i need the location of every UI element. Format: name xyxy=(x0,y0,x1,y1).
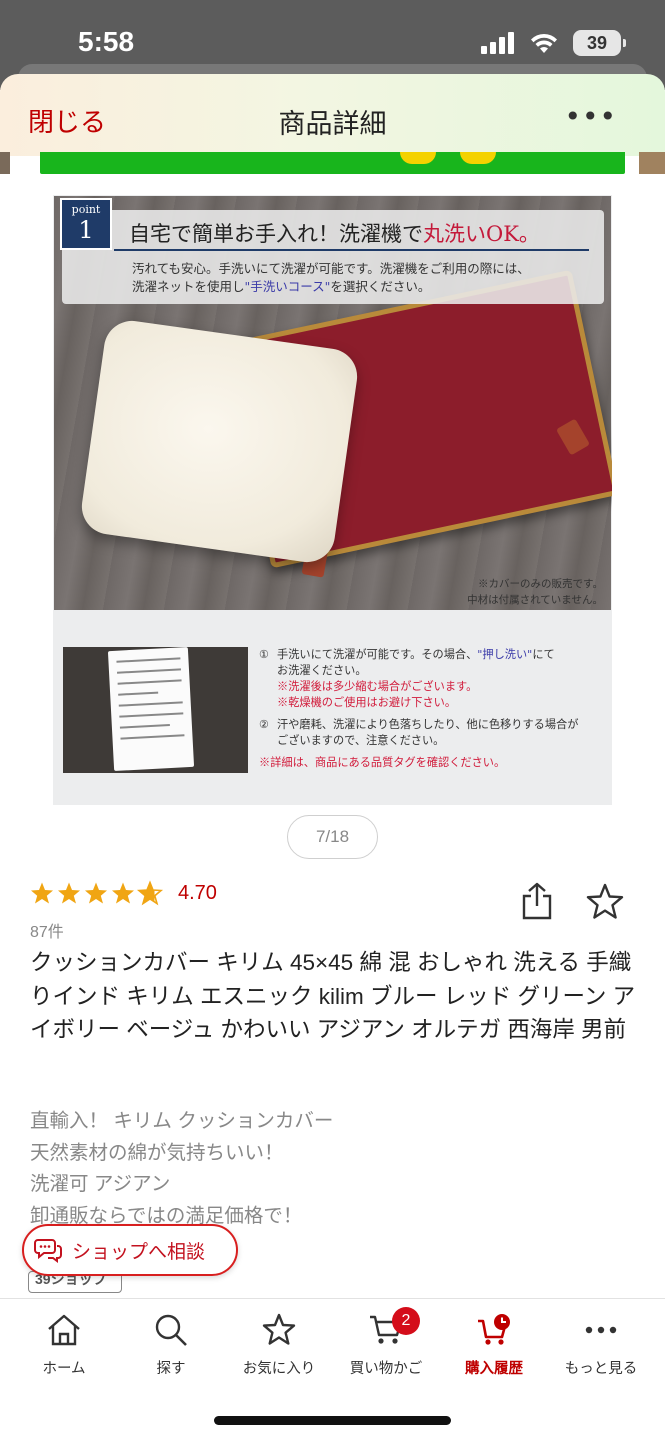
nav-favorites[interactable]: お気に入り xyxy=(224,1313,334,1378)
product-photo: point 1 自宅で簡単お手入れ！洗濯機で丸洗いOK。 汚れても安心。手洗いに… xyxy=(54,196,612,610)
product-description: 直輸入！ キリム クッションカバー 天然素材の綿が気持ちいい！ 洗濯可 アジアン… xyxy=(30,1106,630,1232)
review-count[interactable]: 87件 xyxy=(30,918,64,942)
point-word: point xyxy=(71,203,101,216)
cart-count-badge: 2 xyxy=(392,1307,420,1335)
product-image[interactable]: point 1 自宅で簡単お手入れ！洗濯機で丸洗いOK。 汚れても安心。手洗いに… xyxy=(53,195,612,805)
rating-value: 4.70 xyxy=(178,881,217,904)
search-icon xyxy=(155,1314,187,1346)
nav-label: お気に入り xyxy=(242,1361,316,1377)
image-subcopy: 汚れても安心。手洗いにて洗濯が可能です。洗濯機をご利用の際には、 洗濯ネットを使… xyxy=(132,261,530,294)
home-indicator xyxy=(214,1416,451,1425)
chat-icon xyxy=(34,1239,62,1263)
banner-decoration xyxy=(460,152,496,164)
next-image-peek xyxy=(639,152,665,174)
banner-decoration xyxy=(400,152,436,164)
care-notes: ① 手洗いにて洗濯が可能です。その場合、"押し洗い"にて お洗濯ください。 ※洗濯… xyxy=(259,648,579,769)
description-line: 洗濯可 アジアン xyxy=(30,1173,171,1195)
headline-rule xyxy=(114,249,589,251)
consult-button-label: ショップへ相談 xyxy=(72,1241,206,1263)
nav-label: 買い物かご xyxy=(349,1361,423,1377)
battery-level: 39 xyxy=(586,32,608,53)
nav-cart[interactable]: 2 買い物かご xyxy=(331,1307,441,1378)
star-icon xyxy=(262,1313,296,1345)
nav-label: もっと見る xyxy=(564,1361,638,1377)
description-line: 直輸入！ キリム クッションカバー xyxy=(30,1110,334,1132)
photo-note: ※カバーのみの販売です。 中材は付属されていません。 xyxy=(467,578,603,606)
consult-shop-button[interactable]: ショップへ相談 xyxy=(22,1224,238,1276)
favorite-star-icon[interactable] xyxy=(585,882,625,922)
signal-icon xyxy=(481,32,514,54)
home-icon xyxy=(48,1314,80,1346)
star-rating-icon xyxy=(31,881,162,905)
nav-more[interactable]: もっと見る xyxy=(546,1313,656,1378)
description-line: 天然素材の綿が気持ちいい！ xyxy=(30,1141,284,1164)
nav-home[interactable]: ホーム xyxy=(9,1313,119,1378)
battery-icon: 39 xyxy=(573,30,626,56)
point-number: 1 xyxy=(78,216,94,244)
purchase-history-icon xyxy=(478,1314,510,1345)
nav-label: 探す xyxy=(156,1361,186,1377)
status-time: 5:58 xyxy=(78,26,135,57)
nav-purchase-history[interactable]: 購入履歴 xyxy=(439,1313,549,1378)
product-title: クッションカバー キリム 45×45 綿 混 おしゃれ 洗える 手織りインド キ… xyxy=(30,950,636,1042)
rating[interactable]: 4.70 xyxy=(30,880,217,906)
more-icon xyxy=(585,1326,617,1334)
nav-label: ホーム xyxy=(42,1361,86,1377)
nav-label: 購入履歴 xyxy=(465,1361,523,1377)
more-menu-button[interactable]: ••• xyxy=(564,100,617,133)
nav-search[interactable]: 探す xyxy=(116,1313,226,1378)
share-icon[interactable] xyxy=(520,882,554,920)
image-counter: 7/18 xyxy=(287,815,378,859)
green-banner xyxy=(40,152,625,174)
image-headline: 自宅で簡単お手入れ！洗濯機で丸洗いOK。 xyxy=(129,222,540,246)
wifi-icon xyxy=(531,33,557,53)
status-icons: 39 xyxy=(481,30,626,56)
point-badge: point 1 xyxy=(60,198,112,250)
previous-image-peek xyxy=(0,152,10,174)
care-tag-label xyxy=(107,646,195,772)
white-pillow xyxy=(78,317,361,566)
